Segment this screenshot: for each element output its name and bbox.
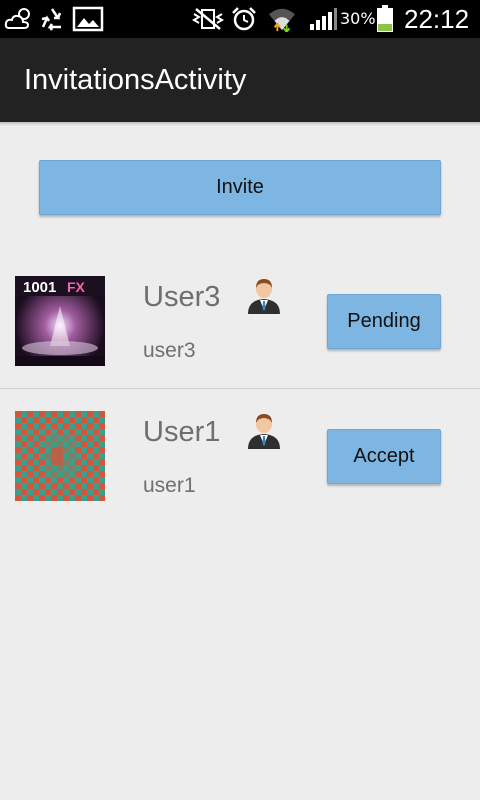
status-bar: 30% 22:12 — [0, 0, 480, 38]
recycle-icon — [41, 8, 62, 31]
display-name: User1 — [143, 416, 221, 448]
user-icon — [248, 414, 280, 449]
user-icon — [248, 279, 280, 314]
weather-icon — [4, 8, 30, 29]
avatar — [15, 411, 105, 501]
svg-text:FX: FX — [67, 279, 86, 295]
list-item[interactable]: User1 user1 Accept — [0, 389, 480, 523]
alarm-icon — [232, 7, 256, 31]
username: user1 — [143, 474, 196, 497]
wifi-icon — [269, 8, 295, 32]
image-icon — [72, 6, 104, 32]
accept-button[interactable]: Accept — [327, 429, 441, 484]
svg-text:1001: 1001 — [23, 279, 56, 296]
battery-percent: 30% — [340, 9, 376, 28]
list-item[interactable]: 1001 FX User3 user3 Pending — [0, 254, 480, 388]
action-bar: InvitationsActivity — [0, 38, 480, 122]
checker-pattern-image — [15, 411, 105, 501]
action-bar-shadow — [0, 122, 480, 126]
avatar: 1001 FX — [15, 276, 105, 366]
album-art-image: 1001 FX — [15, 276, 105, 366]
username: user3 — [143, 339, 196, 362]
clock: 22:12 — [404, 4, 470, 34]
display-name: User3 — [143, 281, 221, 313]
signal-icon — [310, 8, 337, 30]
invite-button[interactable]: Invite — [39, 160, 441, 215]
vibrate-icon — [192, 8, 224, 30]
page-title: InvitationsActivity — [24, 64, 247, 96]
battery-icon — [377, 5, 393, 32]
pending-button[interactable]: Pending — [327, 294, 441, 349]
